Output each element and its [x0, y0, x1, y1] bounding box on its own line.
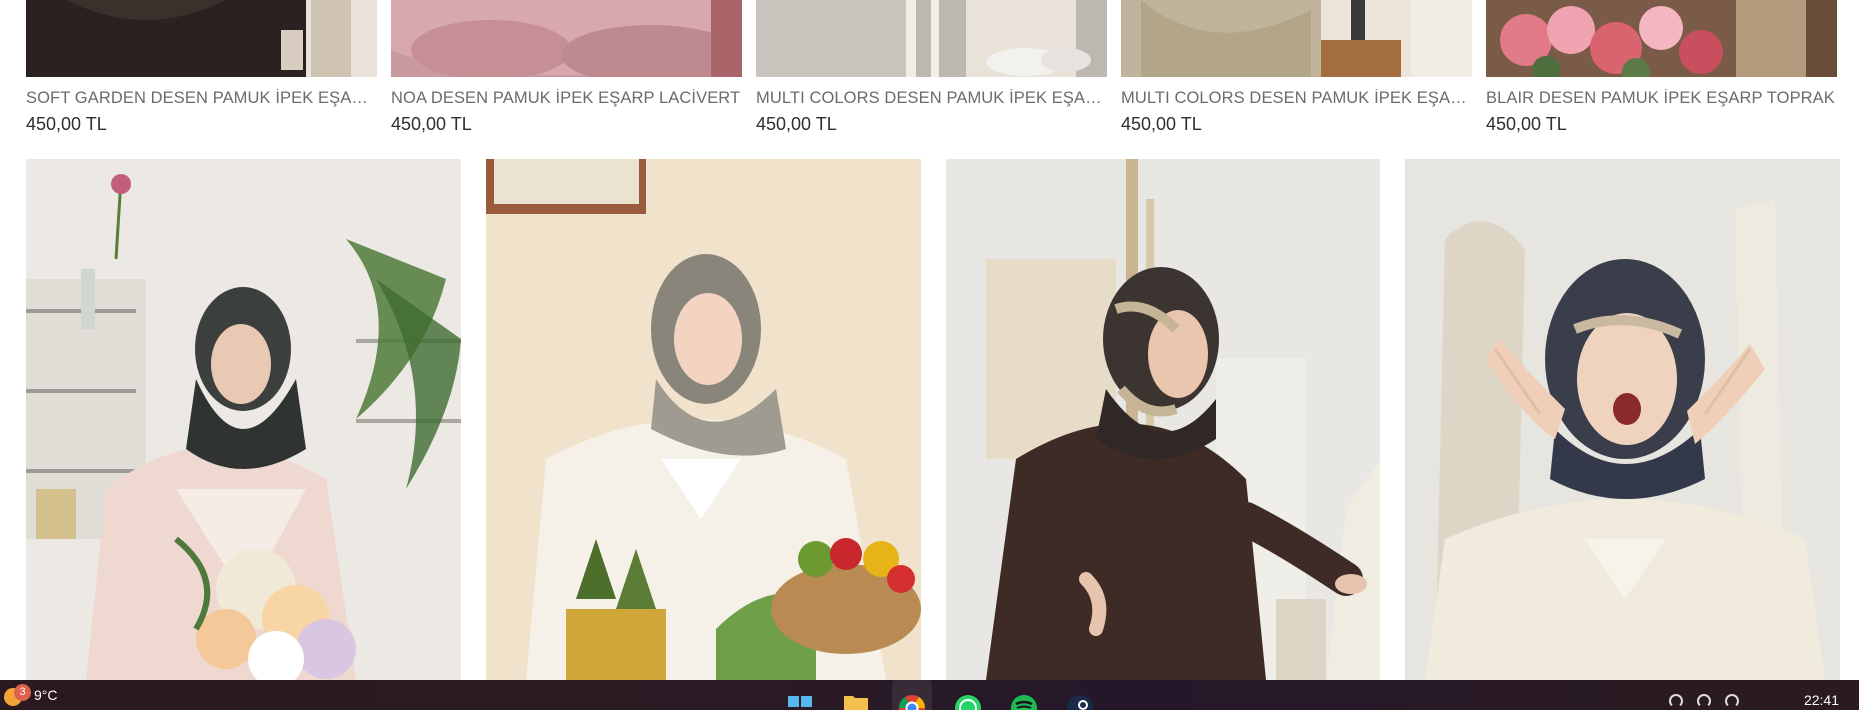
product-row-main: [26, 159, 1840, 680]
taskbar-apps: [780, 680, 1100, 710]
tray-icons[interactable]: [1669, 694, 1739, 708]
taskbar: 3 9°C 22:41: [0, 680, 1859, 710]
product-card[interactable]: MULTI COLORS DESEN PAMUK İPEK EŞARP... 4…: [756, 0, 1107, 150]
temperature: 9°C: [34, 687, 58, 703]
notification-badge: 3: [14, 684, 31, 701]
product-image[interactable]: [1121, 0, 1472, 77]
steam-icon[interactable]: [1060, 680, 1100, 710]
product-card[interactable]: BLAIR DESEN PAMUK İPEK EŞARP TOPRAK 450,…: [1486, 0, 1837, 150]
volume-icon[interactable]: [1697, 694, 1711, 708]
battery-icon[interactable]: [1725, 694, 1739, 708]
product-image[interactable]: [756, 0, 1107, 77]
product-image[interactable]: [485, 159, 921, 680]
spotify-icon[interactable]: [1004, 680, 1044, 710]
product-name[interactable]: NOA DESEN PAMUK İPEK EŞARP LACİVERT: [391, 89, 742, 108]
product-row-top: SOFT GARDEN DESEN PAMUK İPEK EŞARP... 45…: [26, 0, 1840, 150]
product-price: 450,00 TL: [391, 114, 472, 134]
wifi-icon[interactable]: [1669, 694, 1683, 708]
file-explorer-icon[interactable]: [836, 680, 876, 710]
product-name[interactable]: BLAIR DESEN PAMUK İPEK EŞARP TOPRAK: [1486, 89, 1837, 108]
chrome-icon[interactable]: [892, 680, 932, 710]
product-price: 450,00 TL: [756, 114, 837, 134]
product-card[interactable]: MULTI COLORS DESEN PAMUK İPEK EŞARP... 4…: [1121, 0, 1472, 150]
product-image[interactable]: [26, 0, 377, 77]
product-card[interactable]: NOA DESEN PAMUK İPEK EŞARP LACİVERT 450,…: [391, 0, 742, 150]
product-image[interactable]: [1405, 159, 1840, 680]
clock[interactable]: 22:41: [1804, 692, 1839, 708]
product-image[interactable]: [391, 0, 742, 77]
product-price: 450,00 TL: [1486, 114, 1567, 134]
product-image[interactable]: [1486, 0, 1837, 77]
whatsapp-icon[interactable]: [948, 680, 988, 710]
windows-start-icon[interactable]: [780, 680, 820, 710]
product-price: 450,00 TL: [1121, 114, 1202, 134]
product-image[interactable]: [26, 159, 461, 680]
product-image[interactable]: [945, 159, 1381, 680]
product-card[interactable]: SOFT GARDEN DESEN PAMUK İPEK EŞARP... 45…: [26, 0, 377, 150]
product-name[interactable]: MULTI COLORS DESEN PAMUK İPEK EŞARP...: [756, 89, 1107, 108]
weather-icon: 3: [4, 684, 31, 706]
product-name[interactable]: SOFT GARDEN DESEN PAMUK İPEK EŞARP...: [26, 89, 377, 108]
weather-widget[interactable]: 3 9°C: [4, 684, 58, 706]
product-price: 450,00 TL: [26, 114, 107, 134]
product-name[interactable]: MULTI COLORS DESEN PAMUK İPEK EŞARP...: [1121, 89, 1472, 108]
